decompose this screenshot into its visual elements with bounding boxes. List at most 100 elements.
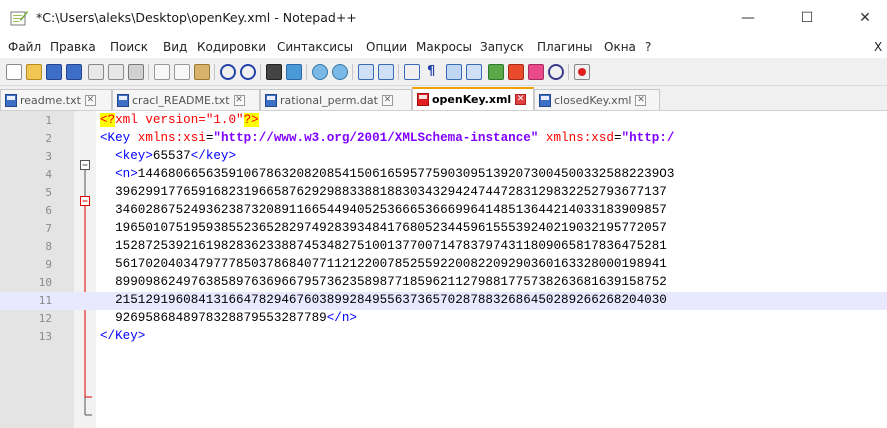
syntax-token: "http:/: [621, 131, 675, 145]
menu-plugins[interactable]: Плагины: [537, 40, 592, 54]
folder-workspace-icon[interactable]: [528, 64, 544, 80]
replace-icon[interactable]: [286, 64, 302, 80]
print-icon[interactable]: [128, 64, 144, 80]
toolbar-separator: [260, 64, 261, 80]
toolbar-separator: [306, 64, 307, 80]
line-text[interactable]: <Key xmlns:xsi = "http://www.w3.org/2001/X…: [100, 131, 674, 145]
tab-openkey[interactable]: openKey.xml ✕: [412, 87, 534, 110]
line-text[interactable]: 1965010751959385523652829749283934841768…: [100, 221, 667, 235]
menu-close-doc[interactable]: X: [874, 40, 882, 54]
menu-run[interactable]: Запуск: [480, 40, 524, 54]
tab-close-icon[interactable]: ✕: [233, 94, 245, 106]
open-file-icon[interactable]: [26, 64, 42, 80]
tab-close-icon[interactable]: ✕: [381, 94, 393, 106]
tab-close-icon[interactable]: ✕: [84, 94, 96, 106]
syntax-token: <?: [100, 113, 116, 127]
menu-file[interactable]: Файл: [8, 40, 41, 54]
new-file-icon[interactable]: [6, 64, 22, 80]
tab-readme[interactable]: readme.txt ✕: [0, 89, 112, 110]
line-text[interactable]: 1528725392161982836233887453482751001377…: [100, 239, 667, 253]
function-list-icon[interactable]: [508, 64, 524, 80]
syntax-token: 8990986249763858976369667957362358987718…: [100, 275, 667, 289]
show-all-chars-icon[interactable]: ¶: [424, 64, 440, 80]
maximize-button[interactable]: ☐: [784, 0, 830, 36]
line-number: 9: [45, 258, 52, 271]
code-line[interactable]: 9 56170204034797778503786840771121220078…: [0, 256, 887, 274]
undo-icon[interactable]: [220, 64, 236, 80]
syntax-token: =: [613, 131, 622, 145]
maximize-icon: ☐: [800, 10, 814, 26]
line-text[interactable]: 8990986249763858976369667957362358987718…: [100, 275, 667, 289]
zoom-out-icon[interactable]: [332, 64, 348, 80]
cut-icon[interactable]: [154, 64, 170, 80]
tab-closedkey[interactable]: closedKey.xml ✕: [534, 89, 660, 110]
code-line[interactable]: 11 2151291960841316647829467603899284955…: [0, 292, 887, 310]
menu-view[interactable]: Вид: [163, 40, 187, 54]
line-text[interactable]: 3460286752493623873208911665449405253666…: [100, 203, 667, 217]
menu-search[interactable]: Поиск: [110, 40, 148, 54]
line-text[interactable]: <?xml version="1.0"?>: [100, 113, 259, 127]
tab-cracl-readme[interactable]: cracl_README.txt ✕: [112, 89, 260, 110]
code-line[interactable]: 12 9269586848978328879553287789</n>: [0, 310, 887, 328]
record-macro-icon[interactable]: [574, 64, 590, 80]
doc-map-icon[interactable]: [488, 64, 504, 80]
code-line[interactable]: 5 39629917765916823196658762929883388188…: [0, 184, 887, 202]
syntax-token: 3460286752493623873208911665449405253666…: [100, 203, 667, 217]
notepadpp-app-icon[interactable]: [10, 10, 28, 26]
line-text[interactable]: </Key>: [100, 329, 145, 343]
zoom-in-icon[interactable]: [312, 64, 328, 80]
save-all-icon[interactable]: [66, 64, 82, 80]
close-all-icon[interactable]: [108, 64, 124, 80]
monitoring-icon[interactable]: [548, 64, 564, 80]
menu-window[interactable]: Окна: [604, 40, 636, 54]
code-line[interactable]: 2 <Key xmlns:xsi = "http://www.w3.org/2001/…: [0, 130, 887, 148]
code-line[interactable]: 6 34602867524936238732089116654494052536…: [0, 202, 887, 220]
line-number: 4: [45, 168, 52, 181]
code-line[interactable]: 7 19650107519593855236528297492839348417…: [0, 220, 887, 238]
menu-language[interactable]: Синтаксисы: [277, 40, 353, 54]
editor-area[interactable]: 1 <?xml version="1.0"?> 2 <Key xmlns:xsi="h…: [0, 110, 887, 428]
menu-help[interactable]: ?: [645, 40, 651, 54]
line-text[interactable]: <n>1446806656359106786320820854150616595…: [100, 167, 674, 181]
minimize-button[interactable]: —: [725, 0, 771, 36]
line-text[interactable]: 5617020403479777850378684077112122007852…: [100, 257, 667, 271]
indent-guide-icon[interactable]: [446, 64, 462, 80]
toolbar-separator: [352, 64, 353, 80]
tab-rational-perm[interactable]: rational_perm.dat ✕: [260, 89, 412, 110]
menu-settings[interactable]: Опции: [366, 40, 407, 54]
line-number: 6: [45, 204, 52, 217]
file-saved-icon: [539, 93, 551, 107]
code-line[interactable]: 1 <?xml version="1.0"?>: [0, 112, 887, 130]
menu-macro[interactable]: Макросы: [416, 40, 472, 54]
save-icon[interactable]: [46, 64, 62, 80]
close-window-button[interactable]: ✕: [842, 0, 887, 36]
line-text[interactable]: 9269586848978328879553287789</n>: [100, 311, 357, 325]
code-line[interactable]: 10 8990986249763858976369667957362358987…: [0, 274, 887, 292]
udl-icon[interactable]: [466, 64, 482, 80]
window-title: *C:\Users\aleks\Desktop\openKey.xml - No…: [36, 10, 357, 25]
code-line[interactable]: 8 15287253921619828362338874534827510013…: [0, 238, 887, 256]
syntax-token: 1528725392161982836233887453482751001377…: [100, 239, 667, 253]
word-wrap-icon[interactable]: [404, 64, 420, 80]
menu-edit[interactable]: Правка: [50, 40, 96, 54]
code-line[interactable]: 3 <key>65537</key>: [0, 148, 887, 166]
redo-icon[interactable]: [240, 64, 256, 80]
minimize-icon: —: [741, 10, 755, 26]
tab-close-icon[interactable]: ✕: [515, 94, 527, 105]
line-text[interactable]: 2151291960841316647829467603899284955637…: [100, 293, 667, 307]
find-icon[interactable]: [266, 64, 282, 80]
menu-encoding[interactable]: Кодировки: [197, 40, 266, 54]
tab-label: closedKey.xml: [554, 93, 632, 107]
paste-icon[interactable]: [194, 64, 210, 80]
copy-icon[interactable]: [174, 64, 190, 80]
tab-close-icon[interactable]: ✕: [635, 94, 647, 106]
sync-horizontal-icon[interactable]: [378, 64, 394, 80]
tab-bar: readme.txt ✕ cracl_README.txt ✕ rational…: [0, 86, 887, 110]
code-line[interactable]: 13 </Key>: [0, 328, 887, 346]
close-file-icon[interactable]: [88, 64, 104, 80]
syntax-token: 2151291960841316647829467603899284955637…: [100, 293, 667, 307]
line-text[interactable]: 3962991776591682319665876292988338818830…: [100, 185, 667, 199]
line-text[interactable]: <key>65537</key>: [100, 149, 236, 163]
sync-vertical-icon[interactable]: [358, 64, 374, 80]
code-line[interactable]: 4 <n>14468066563591067863208208541506165…: [0, 166, 887, 184]
